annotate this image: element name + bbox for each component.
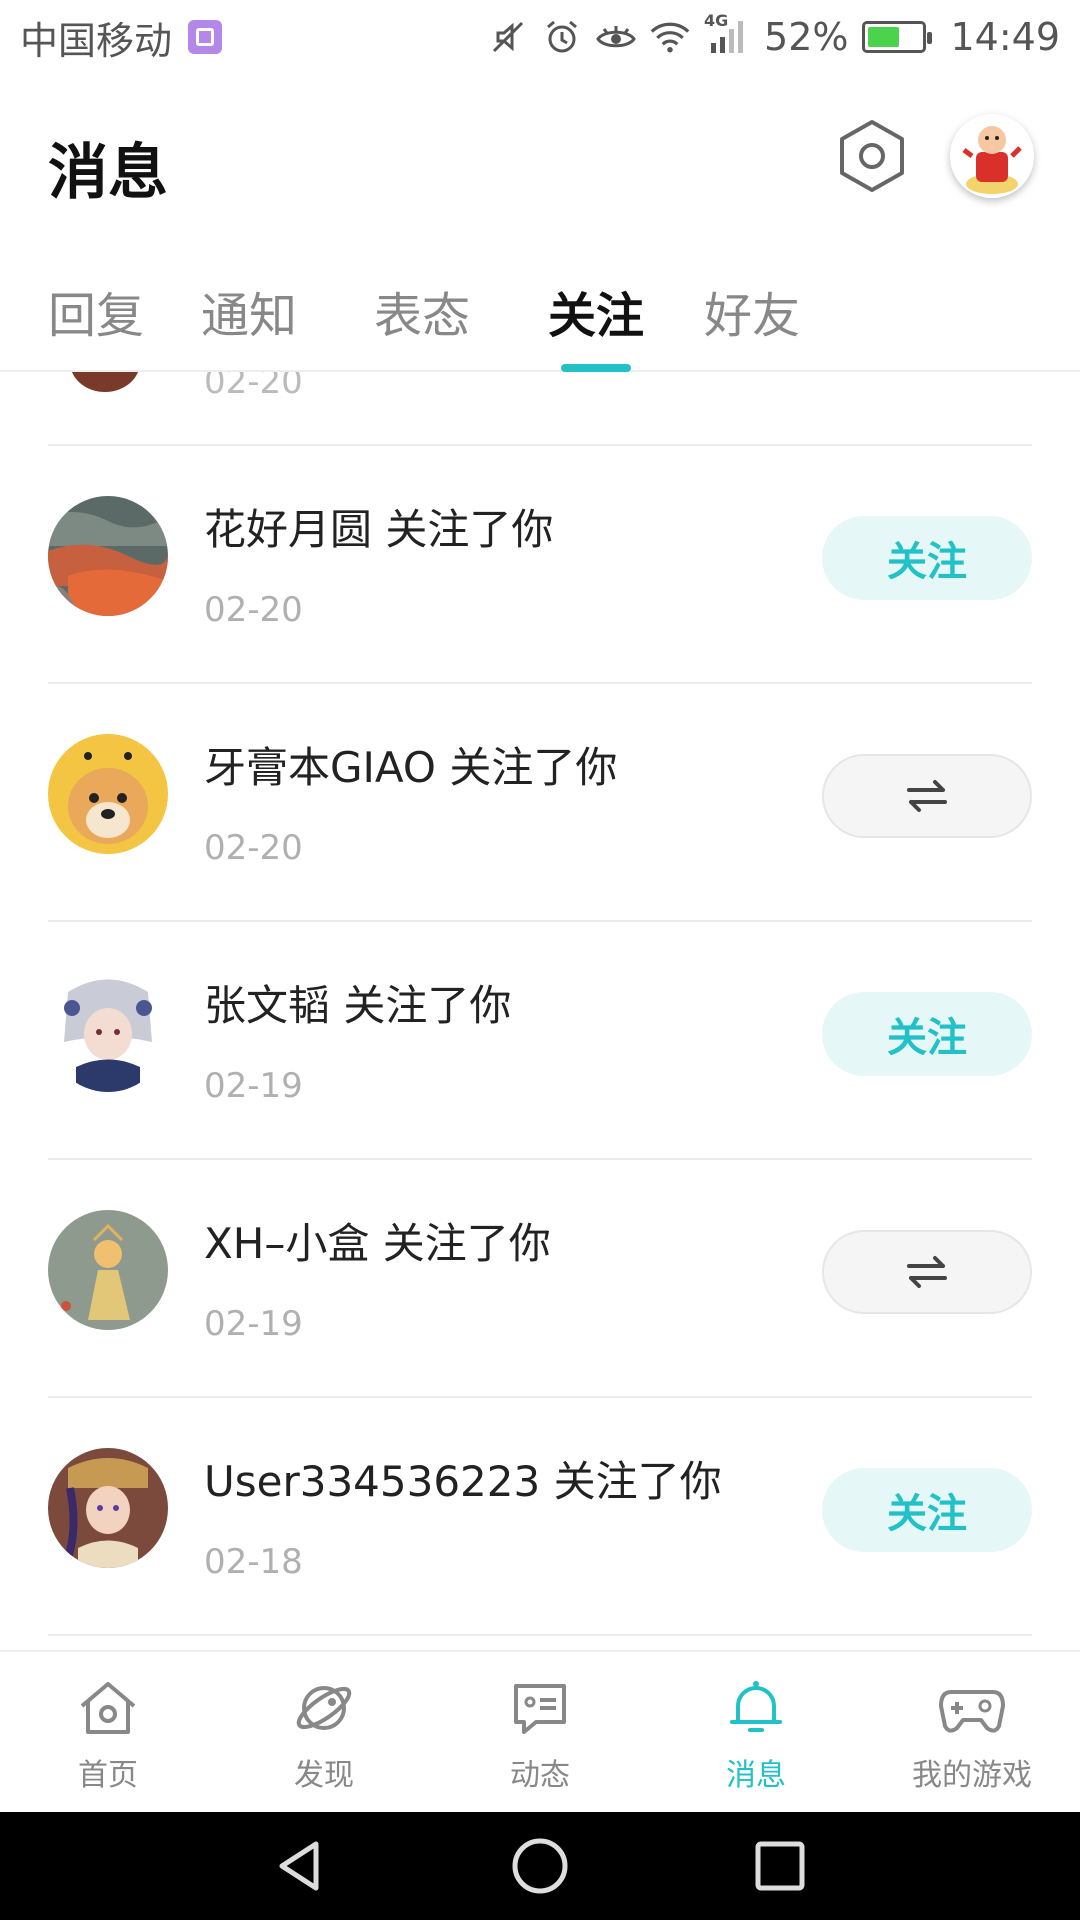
mutual-follow-button[interactable] (822, 1230, 1032, 1314)
list-item-text: XH–小盒 关注了你 (204, 1219, 551, 1268)
nav-feed[interactable]: 动态 (455, 1676, 625, 1806)
nav-label: 发现 (294, 1758, 354, 1793)
nav-my-games[interactable]: 我的游戏 (887, 1676, 1057, 1806)
avatar (70, 372, 140, 392)
mutual-follow-icon (907, 1256, 947, 1288)
battery-percent: 52% (764, 15, 849, 59)
follow-button[interactable]: 关注 (822, 992, 1032, 1076)
system-navigation-bar (0, 1812, 1080, 1920)
list-item-date: 02-20 (204, 828, 303, 868)
list-item[interactable]: 张文韬 关注了你 02-19 关注 (0, 922, 1080, 1158)
home-circle-icon (512, 1838, 568, 1894)
header: 消息 (0, 74, 1080, 244)
tab-follows[interactable]: 关注 (548, 276, 644, 346)
list-item-date: 02-20 (204, 590, 303, 630)
avatar[interactable] (48, 1210, 168, 1330)
nav-discover[interactable]: 发现 (239, 1676, 409, 1806)
tab-bar: 回复 通知 表态 关注 好友 (0, 254, 1080, 372)
recents-icon (755, 1841, 805, 1891)
nav-label: 我的游戏 (912, 1758, 1032, 1793)
list-item-text: 花好月圆 关注了你 (204, 505, 554, 554)
list-item-text: 张文韬 关注了你 (204, 981, 512, 1030)
avatar[interactable] (48, 972, 168, 1092)
list-item-date: 02-19 (204, 1066, 303, 1106)
follow-button[interactable]: 关注 (822, 516, 1032, 600)
home-button[interactable] (508, 1834, 572, 1898)
tab-reactions[interactable]: 表态 (374, 276, 470, 346)
follow-notification-list[interactable]: 02-20 花好月圆 关注了你 02-20 关注 牙膏本GIAO 关注了你 02… (0, 372, 1080, 1650)
clock: 14:49 (950, 15, 1060, 59)
mutual-follow-icon (907, 780, 947, 812)
list-item-date: 02-20 (204, 372, 303, 402)
tab-friends[interactable]: 好友 (704, 276, 800, 346)
nav-label: 动态 (510, 1758, 570, 1793)
settings-icon (840, 120, 904, 192)
back-button[interactable] (268, 1834, 332, 1898)
divider (48, 1634, 1032, 1636)
home-icon (80, 1682, 136, 1734)
tab-notifications[interactable]: 通知 (201, 276, 297, 346)
tab-active-indicator (561, 364, 631, 372)
avatar[interactable] (48, 734, 168, 854)
gamepad-icon (939, 1690, 1005, 1733)
mute-icon (488, 17, 528, 57)
eye-icon (596, 17, 636, 57)
list-item[interactable]: XH–小盒 关注了你 02-19 (0, 1160, 1080, 1396)
settings-button[interactable] (834, 118, 910, 194)
gallery-icon (188, 20, 223, 54)
back-icon (279, 1841, 319, 1891)
nav-messages[interactable]: 消息 (671, 1676, 841, 1806)
list-item-text: 牙膏本GIAO 关注了你 (204, 743, 618, 792)
nav-home[interactable]: 首页 (23, 1676, 193, 1806)
list-item-date: 02-19 (204, 1304, 303, 1344)
list-item[interactable]: User334536223 关注了你 02-18 关注 (0, 1398, 1080, 1634)
follow-button[interactable]: 关注 (822, 1468, 1032, 1552)
alarm-icon (542, 17, 582, 57)
wifi-icon (650, 17, 690, 57)
avatar[interactable] (48, 1448, 168, 1568)
signal-icon: 4G (704, 11, 750, 57)
status-bar-left: 中国移动 (20, 10, 223, 65)
list-item[interactable]: 花好月圆 关注了你 02-20 关注 (0, 446, 1080, 682)
status-bar: 中国移动 4G 52% 14:49 (0, 0, 1080, 74)
recents-button[interactable] (748, 1834, 812, 1898)
page-title: 消息 (48, 138, 168, 208)
avatar[interactable] (48, 496, 168, 616)
bottom-navigation: 首页 发现 动态 消息 我的游戏 (0, 1650, 1080, 1812)
user-avatar[interactable] (950, 114, 1034, 198)
tab-replies[interactable]: 回复 (48, 276, 144, 346)
mutual-follow-button[interactable] (822, 754, 1032, 838)
list-item-partial: 02-20 (0, 372, 1080, 444)
nav-label: 首页 (78, 1758, 138, 1793)
planet-icon (296, 1686, 352, 1730)
status-bar-right: 4G 52% 14:49 (488, 11, 1060, 59)
list-item[interactable]: 牙膏本GIAO 关注了你 02-20 (0, 684, 1080, 920)
chat-icon (514, 1684, 566, 1734)
list-item-text: User334536223 关注了你 (204, 1457, 722, 1506)
carrier-label: 中国移动 (20, 18, 173, 63)
network-badge: 4G (704, 11, 729, 30)
nav-label: 消息 (726, 1758, 786, 1793)
list-item-date: 02-18 (204, 1542, 303, 1582)
battery-icon (862, 21, 933, 53)
bell-icon (730, 1681, 782, 1732)
